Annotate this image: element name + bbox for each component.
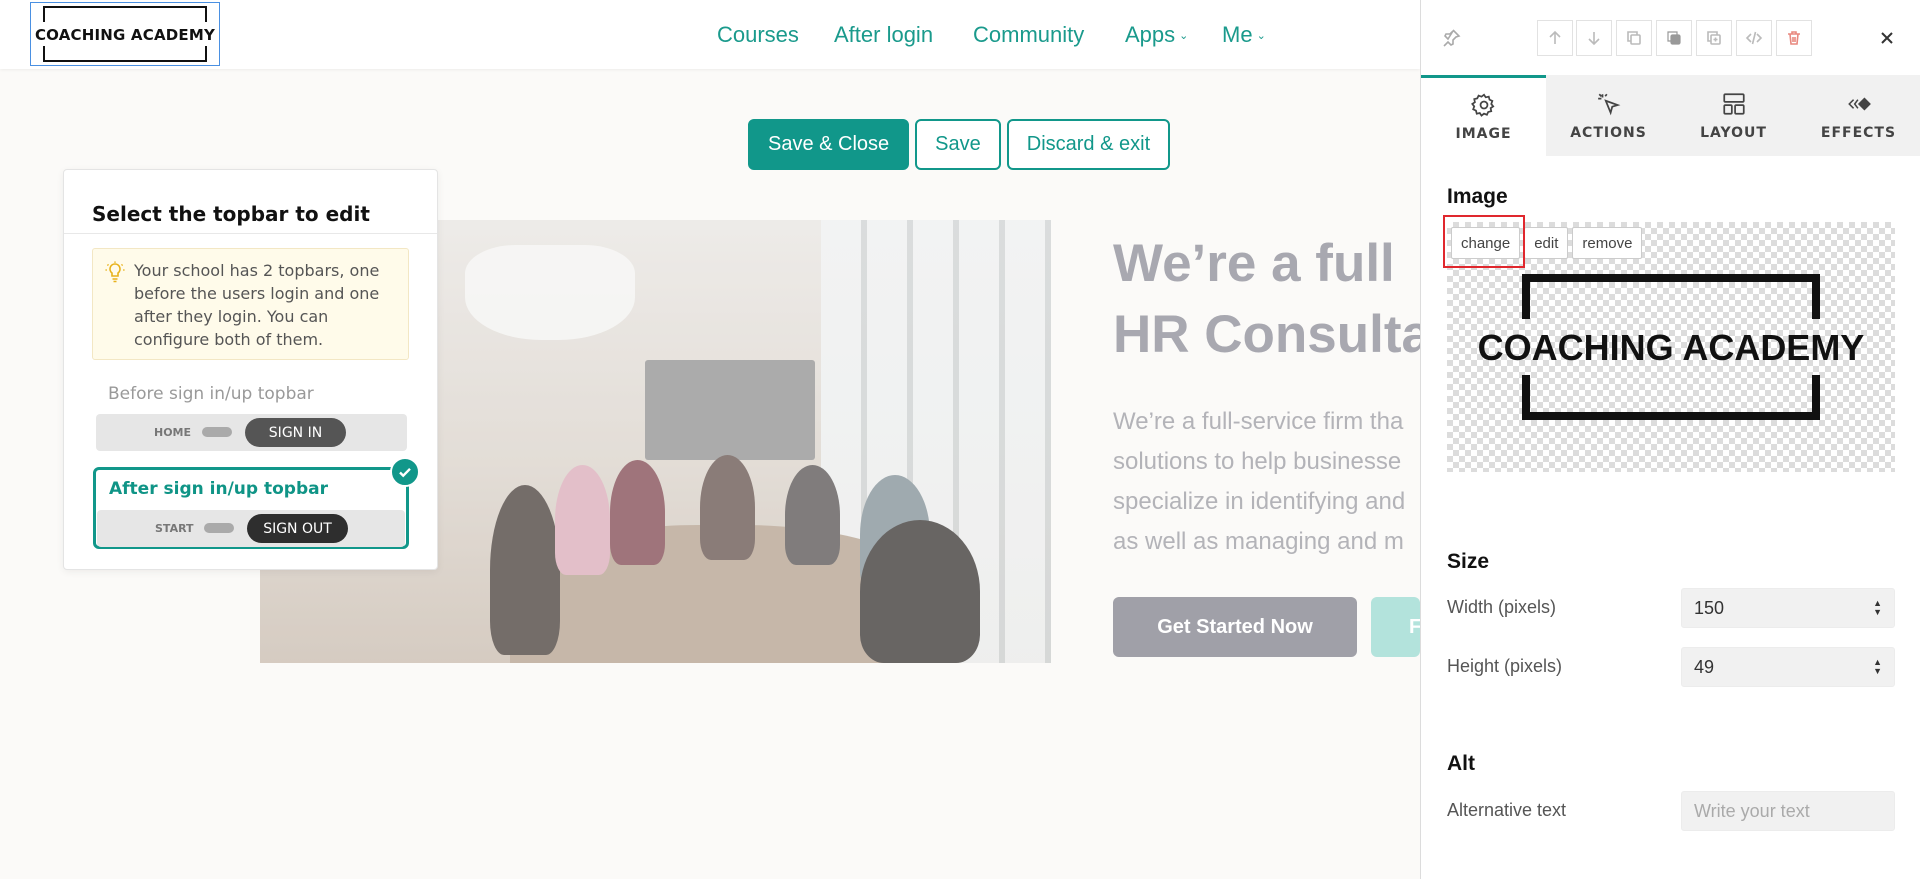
image-preview: COACHING ACADEMY [1447,222,1895,472]
mini-start-link: START [155,522,194,535]
nav-apps[interactable]: Apps ⌄ [1125,0,1188,69]
nav-link-me[interactable]: Me ⌄ [1222,22,1266,48]
tab-image-label: IMAGE [1455,126,1512,142]
hero-text-line: We’re a full-service firm tha [1113,408,1404,435]
tab-image[interactable]: IMAGE [1421,75,1546,156]
size-section-title: Size [1447,550,1490,573]
preview-frame-top [1522,274,1820,319]
nav-me-label: Me [1222,21,1253,47]
cursor-click-icon [1597,93,1620,115]
secondary-cta-button[interactable]: F [1371,597,1420,657]
width-value: 150 [1694,597,1725,618]
number-stepper-icon[interactable]: ▲ ▼ [1873,658,1882,676]
after-topbar-option[interactable]: After sign in/up topbar START SIGN OUT [93,467,409,549]
tab-effects[interactable]: EFFECTS [1796,75,1920,156]
number-stepper-icon[interactable]: ▲ ▼ [1873,599,1882,617]
before-topbar-preview[interactable]: HOME SIGN IN [96,414,407,451]
nav-apps-label: Apps [1125,21,1176,47]
logo-text: COACHING ACADEMY [31,26,219,44]
chevron-down-icon: ⌄ [1256,30,1266,43]
gear-icon [1470,93,1494,117]
edit-image-button[interactable]: edit [1524,227,1569,259]
tab-actions-label: ACTIONS [1570,124,1647,141]
topbar-select-panel: Select the topbar to edit Your school ha… [63,169,438,570]
width-label: Width (pixels) [1447,597,1557,617]
save-button[interactable]: Save [915,119,1001,170]
height-label: Height (pixels) [1447,656,1563,676]
hero-title-line: HR Consulta [1113,305,1423,364]
hero-description: We’re a full-service firm tha solutions … [1113,402,1423,562]
tab-actions[interactable]: ACTIONS [1546,75,1671,156]
alt-text-label: Alternative text [1447,800,1567,820]
hero-title: We’re a full HR Consulta [1113,228,1423,370]
chevron-down-icon: ⌄ [1179,30,1189,43]
logo-frame-bottom [43,46,207,62]
nav-community[interactable]: Community [973,0,1084,69]
width-input[interactable]: 150 ▲ ▼ [1681,588,1895,628]
change-image-button[interactable]: change [1451,227,1521,259]
effects-icon [1847,97,1871,110]
mini-sign-in-button: SIGN IN [245,418,346,447]
panel-title: Select the topbar to edit [92,202,370,226]
lightbulb-icon [105,261,125,283]
before-topbar-label[interactable]: Before sign in/up topbar [108,384,314,404]
hero-text-line: as well as managing and m [1113,528,1404,555]
nav-link-after-login[interactable]: After login [834,22,933,48]
mini-sign-out-button: SIGN OUT [247,514,348,543]
move-up-icon[interactable] [1537,20,1573,56]
copy-icon[interactable] [1616,20,1652,56]
nav-me[interactable]: Me ⌄ [1222,0,1266,69]
alt-text-input[interactable]: Write your text [1681,791,1895,831]
after-topbar-label: After sign in/up topbar [109,479,328,499]
delete-icon[interactable] [1776,20,1812,56]
element-editor-panel: IMAGE ACTIONS LAYOUT EFFECTS Image COACH… [1420,0,1920,879]
move-down-icon[interactable] [1576,20,1612,56]
preview-logo-text: COACHING ACADEMY [1477,327,1865,368]
image-actions: change edit remove [1451,227,1643,259]
duplicate-icon[interactable] [1656,20,1692,56]
hero-title-line: We’re a full [1113,234,1395,293]
site-logo[interactable]: COACHING ACADEMY [30,2,220,66]
tab-layout[interactable]: LAYOUT [1671,75,1796,156]
site-topbar: COACHING ACADEMY Courses After login Com… [0,0,1420,69]
alt-section-title: Alt [1447,752,1475,775]
get-started-button[interactable]: Get Started Now [1113,597,1357,657]
editor-tabs: IMAGE ACTIONS LAYOUT EFFECTS [1421,75,1920,156]
hero-text-line: solutions to help businesse [1113,448,1402,475]
remove-image-button[interactable]: remove [1572,227,1643,259]
pin-icon[interactable] [1433,20,1469,56]
hero-text-line: specialize in identifying and [1113,488,1406,515]
panel-divider [64,233,437,234]
height-input[interactable]: 49 ▲ ▼ [1681,647,1895,687]
nav-link-courses[interactable]: Courses [717,22,799,48]
mini-home-link: HOME [154,426,192,439]
topbar-notice: Your school has 2 topbars, one before th… [92,248,409,360]
notice-text: Your school has 2 topbars, one before th… [134,261,380,349]
tab-layout-label: LAYOUT [1700,124,1767,141]
nav-courses[interactable]: Courses [717,0,799,69]
mini-pill [204,523,234,533]
height-value: 49 [1694,656,1715,677]
logo-frame-top [43,6,207,22]
tab-effects-label: EFFECTS [1820,124,1897,141]
editor-action-buttons: Save & Close Save Discard & exit [748,119,1171,170]
layout-icon [1722,92,1745,115]
code-icon[interactable] [1736,20,1772,56]
selected-check-icon [390,457,420,487]
preview-frame-bottom [1522,375,1820,420]
discard-exit-button[interactable]: Discard & exit [1006,119,1171,170]
image-section-title: Image [1447,185,1508,208]
close-icon[interactable] [1869,20,1905,56]
nav-after-login[interactable]: After login [834,0,933,69]
nav-link-community[interactable]: Community [973,22,1084,48]
save-close-button[interactable]: Save & Close [748,119,910,170]
add-copy-icon[interactable] [1696,20,1732,56]
nav-link-apps[interactable]: Apps ⌄ [1125,22,1188,48]
mini-pill [202,427,232,437]
after-topbar-preview: START SIGN OUT [97,510,405,547]
